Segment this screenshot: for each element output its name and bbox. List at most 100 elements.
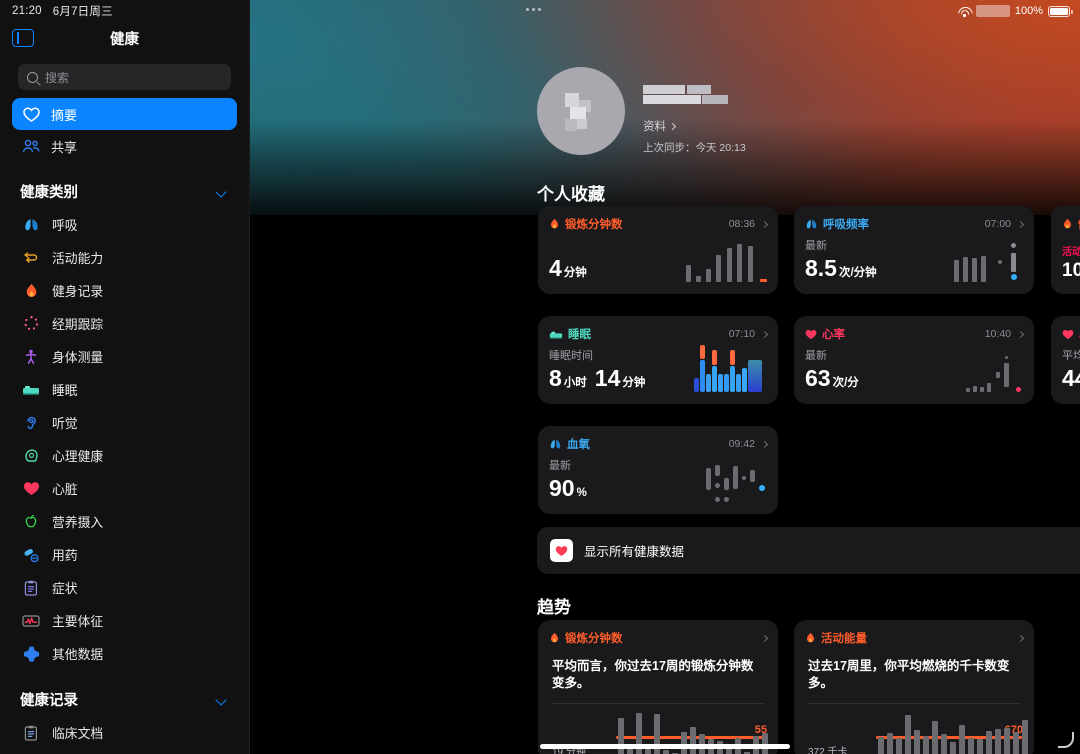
bed-icon: [549, 331, 563, 338]
favorite-card-respiratory-rate[interactable]: 呼吸频率 07:00 最新 8.5 次/分钟: [794, 206, 1034, 294]
favorite-card-activity-record[interactable]: 健身记录 10:42 活动 107 千卡 锻炼 4 分钟: [1051, 206, 1080, 294]
sidebar-item-nutrition[interactable]: 营养摄入: [0, 505, 249, 538]
card-value-number: 63: [805, 365, 831, 391]
home-indicator[interactable]: [540, 744, 790, 749]
document-icon: [22, 724, 40, 742]
card-title: 健身记录: [1062, 216, 1080, 232]
status-date: 6月7日周三: [52, 6, 113, 18]
sidebar-item-vitals[interactable]: 主要体征: [0, 604, 249, 637]
trend-card-active-energy[interactable]: 活动能量 过去17周里，你平均燃烧的千卡数变多。 372 千卡 670: [794, 620, 1034, 754]
favorite-card-hrv[interactable]: 心率变异性 09:42 平均 44毫秒: [1051, 316, 1080, 404]
card-value-number: 8: [549, 365, 562, 391]
favorite-card-heart-rate[interactable]: 心率 10:40 最新 63 次/分: [794, 316, 1034, 404]
scroll-area[interactable]: 资料 上次同步：今天 20:13 个人收藏 编辑 锻炼分钟数: [250, 0, 1080, 754]
app-title: 健康: [110, 31, 139, 48]
flame-icon: [1063, 218, 1072, 229]
favorites-title: 个人收藏: [537, 185, 605, 204]
wifi-icon: [958, 6, 971, 17]
card-header: 心率变异性 09:42: [1051, 316, 1080, 342]
card-value: 4 分钟: [549, 255, 587, 282]
sidebar-group-records[interactable]: 健康记录: [0, 682, 249, 716]
card-header: 睡眠 07:10: [538, 316, 778, 342]
sidebar-item-label: 主要体征: [52, 614, 104, 629]
card-value-unit: 小时: [563, 377, 587, 389]
chevron-right-icon: [1016, 634, 1025, 642]
sidebar-item-fitness[interactable]: 健身记录: [0, 274, 249, 307]
card-title-label: 呼吸频率: [823, 219, 869, 231]
health-app-icon: [550, 539, 573, 562]
sidebar-item-medications[interactable]: 用药: [0, 538, 249, 571]
favorite-card-exercise-minutes[interactable]: 锻炼分钟数 08:36 4 分钟: [538, 206, 778, 294]
sidebar-group-categories[interactable]: 健康类别: [0, 174, 249, 208]
card-time-label: 09:42: [728, 438, 755, 450]
health-app-window: 21:20 6月7日周三 健康 搜索 摘要 共享 健康类别 呼吸 活动能力 健身…: [0, 0, 1080, 754]
sidebar-item-hearing[interactable]: 听觉: [0, 406, 249, 439]
card-title: 锻炼分钟数: [549, 216, 623, 232]
carrier-redacted: [975, 5, 1010, 17]
sidebar-item-respiratory[interactable]: 呼吸: [0, 208, 249, 241]
people-icon: [22, 137, 40, 155]
lungs-icon: [806, 219, 817, 229]
favorite-card-blood-oxygen[interactable]: 血氧 09:42 最新 90%: [538, 426, 778, 514]
card-value-number: 4: [549, 255, 562, 281]
card-chart-blood-oxygen: [706, 458, 768, 502]
sidebar-item-label: 用药: [52, 548, 78, 563]
sidebar-item-label: 共享: [51, 139, 78, 155]
chevron-down-icon[interactable]: [216, 694, 227, 705]
sidebar-category-list: 呼吸 活动能力 健身记录 经期跟踪 身体测量 睡眠 听觉 心理健康 心脏 营养摄…: [0, 208, 249, 670]
favorites-header: 个人收藏 编辑: [537, 180, 1080, 205]
status-right: 100%: [958, 0, 1073, 22]
card-header: 健身记录 10:42: [1051, 206, 1080, 232]
trends-title: 趋势: [537, 598, 571, 617]
card-value-label: 最新: [805, 350, 827, 362]
card-title-label: 锻炼分钟数: [565, 633, 623, 645]
card-chart-exercise-minutes: [686, 238, 768, 282]
sidebar-item-label: 临床文档: [52, 726, 104, 741]
card-time: 07:10: [729, 328, 769, 340]
sidebar-item-summary[interactable]: 摘要: [12, 98, 237, 130]
show-all-health-data-row[interactable]: 显示所有健康数据: [537, 527, 1080, 574]
sidebar-item-clinical-documents[interactable]: 临床文档: [0, 716, 249, 749]
search-input[interactable]: 搜索: [18, 64, 231, 90]
plus-icon: [22, 645, 40, 663]
card-time-label: 10:40: [984, 328, 1011, 340]
sidebar-item-label: 心脏: [52, 482, 78, 497]
sidebar-item-sharing[interactable]: 共享: [12, 130, 237, 162]
trend-card-exercise-minutes[interactable]: 锻炼分钟数 平均而言，你过去17周的锻炼分钟数变多。 19 分钟 55: [538, 620, 778, 754]
multitask-handle-icon[interactable]: [526, 8, 541, 11]
lungs-icon: [22, 216, 40, 234]
heart-solid-icon: [805, 329, 817, 339]
trends-header: 趋势: [537, 593, 1080, 618]
card-value: 睡眠时间 8 小时 14 分钟: [549, 347, 645, 392]
chevron-right-icon: [1016, 220, 1025, 228]
profile-link-label: 资料: [643, 121, 666, 133]
group-title: 健康记录: [20, 692, 78, 709]
card-value-label: 最新: [549, 460, 571, 472]
sidebar-item-symptoms[interactable]: 症状: [0, 571, 249, 604]
sidebar-item-label: 营养摄入: [52, 515, 104, 530]
sidebar-item-label: 症状: [52, 581, 78, 596]
search-placeholder: 搜索: [45, 70, 70, 85]
battery-icon: [1048, 5, 1073, 17]
card-value: 平均 44毫秒: [1062, 347, 1080, 392]
sidebar-item-label: 经期跟踪: [52, 317, 104, 332]
sidebar-item-label: 呼吸: [52, 218, 78, 233]
sidebar-item-body[interactable]: 身体测量: [0, 340, 249, 373]
avatar[interactable]: [537, 67, 625, 155]
profile-header[interactable]: 资料 上次同步：今天 20:13: [537, 67, 746, 155]
chevron-down-icon[interactable]: [216, 186, 227, 197]
sidebar-item-mental-health[interactable]: 心理健康: [0, 439, 249, 472]
sidebar-item-cycle[interactable]: 经期跟踪: [0, 307, 249, 340]
favorite-card-sleep[interactable]: 睡眠 07:10 睡眠时间 8 小时 14 分钟: [538, 316, 778, 404]
card-value-label: 平均: [1062, 350, 1080, 362]
sidebar-item-mobility[interactable]: 活动能力: [0, 241, 249, 274]
sidebar-item-sleep[interactable]: 睡眠: [0, 373, 249, 406]
card-title-label: 睡眠: [568, 329, 591, 341]
card-value-label: 睡眠时间: [549, 350, 593, 362]
sidebar-item-other-data[interactable]: 其他数据: [0, 637, 249, 670]
card-header: 心率 10:40: [794, 316, 1034, 342]
profile-link[interactable]: 资料: [643, 118, 746, 134]
sidebar-header: 健康: [0, 22, 249, 54]
sidebar-item-heart[interactable]: 心脏: [0, 472, 249, 505]
status-time: 21:20: [12, 5, 42, 17]
